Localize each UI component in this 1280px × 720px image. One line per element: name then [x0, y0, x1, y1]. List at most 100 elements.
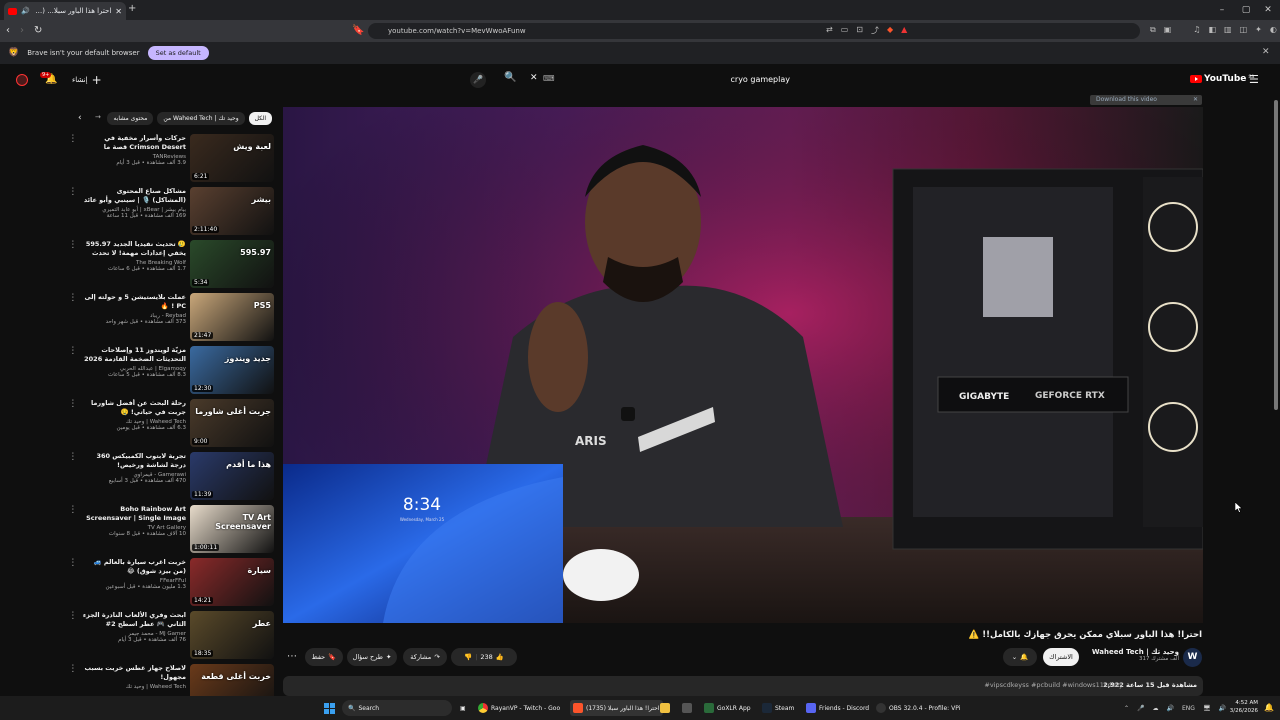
- voice-search-icon[interactable]: 🎤: [470, 72, 486, 88]
- set-default-button[interactable]: Set as default: [147, 46, 209, 60]
- more-options-icon[interactable]: ⋮: [68, 240, 78, 293]
- notify-dropdown[interactable]: ⌄ 🔔: [1003, 648, 1037, 666]
- browser-tab[interactable]: 🔊 احترا هذا الباور سبلا... (1735) ✕: [4, 2, 126, 20]
- bookmark-icon[interactable]: 🔖: [352, 24, 364, 38]
- taskbar-item-goxlr[interactable]: GoXLR App: [704, 700, 751, 716]
- start-button[interactable]: [324, 700, 335, 716]
- share-button[interactable]: مشاركة ↷: [403, 648, 447, 666]
- video-thumbnail[interactable]: هذا ما أقدم 11:39: [190, 452, 274, 500]
- more-actions-icon[interactable]: ⋯: [287, 651, 297, 662]
- video-thumbnail[interactable]: TV Art Screensaver 1:00:11: [190, 505, 274, 553]
- extension-icon[interactable]: ⧉: [1150, 25, 1156, 35]
- video-thumbnail[interactable]: عطر 18:35: [190, 611, 274, 659]
- create-button[interactable]: إنشاء +: [72, 73, 102, 87]
- vpn-icon[interactable]: ◐: [1270, 25, 1277, 35]
- screen-icon[interactable]: ▭: [841, 25, 849, 36]
- search-icon[interactable]: 🔍: [504, 72, 516, 83]
- split-icon[interactable]: ▥: [1224, 25, 1232, 35]
- share-icon[interactable]: ⤴: [871, 25, 879, 36]
- hashtags[interactable]: #vipscdkeyss #pcbuild #windows11cdkey: [984, 681, 1123, 689]
- video-thumbnail[interactable]: سيارة 14:21: [190, 558, 274, 606]
- task-view-icon[interactable]: ▣: [460, 700, 466, 716]
- reload-icon[interactable]: ↻: [34, 24, 42, 38]
- video-thumbnail[interactable]: جديد ويندوز 12:30: [190, 346, 274, 394]
- download-close-icon[interactable]: ✕: [1193, 95, 1198, 105]
- recommendation-item[interactable]: 595.97 5:34 🥲 تحديث نفيديا الجديد 595.97 ي…: [68, 240, 274, 293]
- download-bar[interactable]: Download this video ✕: [1090, 95, 1202, 105]
- chip-channel[interactable]: من Waheed Tech | وحيد تك: [157, 111, 245, 125]
- brave-rewards-icon[interactable]: ▲: [901, 25, 907, 36]
- channel-info[interactable]: Waheed Tech | وحيد تك 317 ألف مشترك: [1087, 648, 1179, 662]
- recommendation-item[interactable]: لعبة ويش 6:21 حركات وأسرار مخفية في Crimso…: [68, 134, 274, 187]
- new-tab-button[interactable]: +: [128, 3, 136, 14]
- recommendation-item[interactable]: سيارة 14:21 خربت اغرب سيارة بالعالم 🚙 (من …: [68, 558, 274, 611]
- clear-search-icon[interactable]: ✕: [530, 73, 538, 83]
- description-box[interactable]: 2,922 مشاهدة قبل 15 ساعة #vipscdkeyss #p…: [283, 676, 1203, 696]
- recommendation-item[interactable]: هذا ما أقدم 11:39 تجربة لابتوب الكمبيكس 36…: [68, 452, 274, 505]
- recommendation-title[interactable]: حركات وأسرار مخفية في Crimson Desert قصة…: [82, 134, 186, 152]
- audio-icon[interactable]: 🔊: [21, 7, 30, 15]
- wallet-icon[interactable]: ▣: [1164, 25, 1172, 35]
- video-thumbnail[interactable]: بيشر 2:11:40: [190, 187, 274, 235]
- brave-shields-icon[interactable]: ◆: [887, 25, 893, 36]
- taskbar-item-brave[interactable]: احترا! هذا الباور سبلا (1735): [570, 700, 663, 716]
- more-options-icon[interactable]: ⋮: [68, 187, 78, 240]
- guide-menu-icon[interactable]: ☰: [1249, 73, 1259, 86]
- video-thumbnail[interactable]: جربت أغلى شاورما 9:00: [190, 399, 274, 447]
- like-icon[interactable]: 👍: [496, 653, 504, 661]
- taskbar-item-steam[interactable]: Steam: [762, 700, 794, 716]
- tray-icons[interactable]: ⌃ 🎤 ☁ 🔊 ENG 🖥 🔊: [1124, 700, 1226, 716]
- tray-chevron-icon[interactable]: ⌃: [1124, 705, 1129, 712]
- recommendation-item[interactable]: PS5 21:47 عملت بلايستيشن 5 و حولته إلى PC …: [68, 293, 274, 346]
- subscribe-button[interactable]: الاشتراك: [1043, 648, 1079, 666]
- clock[interactable]: 4:52 AM 3/26/2026: [1222, 699, 1258, 715]
- recommendation-item[interactable]: عطر 18:35 ابحث وفري الألعاب النادرة الجزء …: [68, 611, 274, 664]
- notification-center-icon[interactable]: 🔔: [1264, 703, 1274, 712]
- forward-icon[interactable]: ›: [20, 24, 24, 38]
- video-thumbnail[interactable]: PS5 21:47: [190, 293, 274, 341]
- more-options-icon[interactable]: ⋮: [68, 505, 78, 558]
- more-options-icon[interactable]: ⋮: [68, 452, 78, 505]
- recommendation-title[interactable]: خربت اغرب سيارة بالعالم 🚙 (من بيزد شوق) …: [82, 558, 186, 576]
- chip-related[interactable]: محتوى مشابه: [107, 111, 154, 125]
- page-scrollbar[interactable]: [1274, 100, 1278, 410]
- taskbar-item-chrome[interactable]: RayanVP - Twitch - Goo: [478, 700, 560, 716]
- video-player[interactable]: ARIS GIGABYTE GEFORCE RTX 8:34 Wednesday…: [283, 107, 1203, 623]
- chip-all[interactable]: الكل: [248, 111, 272, 125]
- url-field[interactable]: youtube.com/watch?v=MevWwoAFunw: [368, 23, 1140, 39]
- back-icon[interactable]: ‹: [6, 24, 10, 38]
- video-thumbnail[interactable]: لعبة ويش 6:21: [190, 134, 274, 182]
- recommendation-title[interactable]: ابحث وفري الألعاب النادرة الجزء الثاني 🎮…: [82, 611, 186, 629]
- recommendation-title[interactable]: عملت بلايستيشن 5 و حولته إلى PC ! 🔥: [82, 293, 186, 311]
- recommendation-title[interactable]: Boho Rainbow Art Screensaver | Single Im…: [82, 505, 186, 523]
- more-options-icon[interactable]: ⋮: [68, 558, 78, 611]
- taskbar-item-discord[interactable]: Friends - Discord: [806, 700, 869, 716]
- more-options-icon[interactable]: ⋮: [68, 293, 78, 346]
- wallet2-icon[interactable]: ◫: [1240, 25, 1248, 35]
- more-options-icon[interactable]: ⋮: [68, 134, 78, 187]
- avatar[interactable]: [16, 74, 28, 86]
- video-thumbnail[interactable]: 595.97 5:34: [190, 240, 274, 288]
- recommendation-title[interactable]: مزيّة لويندوز 11 وإصلاحات التحديثات الضخ…: [82, 346, 186, 364]
- recommendation-title[interactable]: 🥲 تحديث نفيديا الجديد 595.97 يخفي إعدادا…: [82, 240, 186, 258]
- more-options-icon[interactable]: ⋮: [68, 611, 78, 664]
- channel-avatar[interactable]: W: [1183, 648, 1202, 667]
- recommendation-item[interactable]: جربت أغلى شاورما 9:00 رحلة البحث عن أفضل ش…: [68, 399, 274, 452]
- speaker-tray-icon[interactable]: 🔊: [1167, 705, 1174, 712]
- mic-tray-icon[interactable]: 🎤: [1137, 705, 1144, 712]
- recommendation-title[interactable]: تجربة لابتوب الكمبيكس 360 درجة لشاشة ورخ…: [82, 452, 186, 470]
- save-button[interactable]: حفظ 🔖: [305, 648, 343, 666]
- ai-icon[interactable]: ✦: [1255, 25, 1262, 35]
- sidebar-icon[interactable]: ◧: [1208, 25, 1216, 35]
- cast-icon[interactable]: ⊡: [856, 25, 863, 36]
- more-options-icon[interactable]: ⋮: [68, 399, 78, 452]
- recommendation-channel[interactable]: Waheed Tech | وحيد تك: [82, 684, 186, 690]
- more-options-icon[interactable]: ⋮: [68, 346, 78, 399]
- app-icon[interactable]: [682, 700, 692, 716]
- file-explorer-icon[interactable]: [660, 700, 670, 716]
- dislike-icon[interactable]: 👎: [464, 653, 472, 661]
- infobar-close-icon[interactable]: ✕: [1262, 47, 1270, 57]
- youtube-logo[interactable]: YouTube SA: [1190, 74, 1254, 84]
- network-icon[interactable]: 🖥: [1203, 705, 1211, 712]
- recommendation-item[interactable]: بيشر 2:11:40 مشاكل صناع المحتوى (المشاكل) …: [68, 187, 274, 240]
